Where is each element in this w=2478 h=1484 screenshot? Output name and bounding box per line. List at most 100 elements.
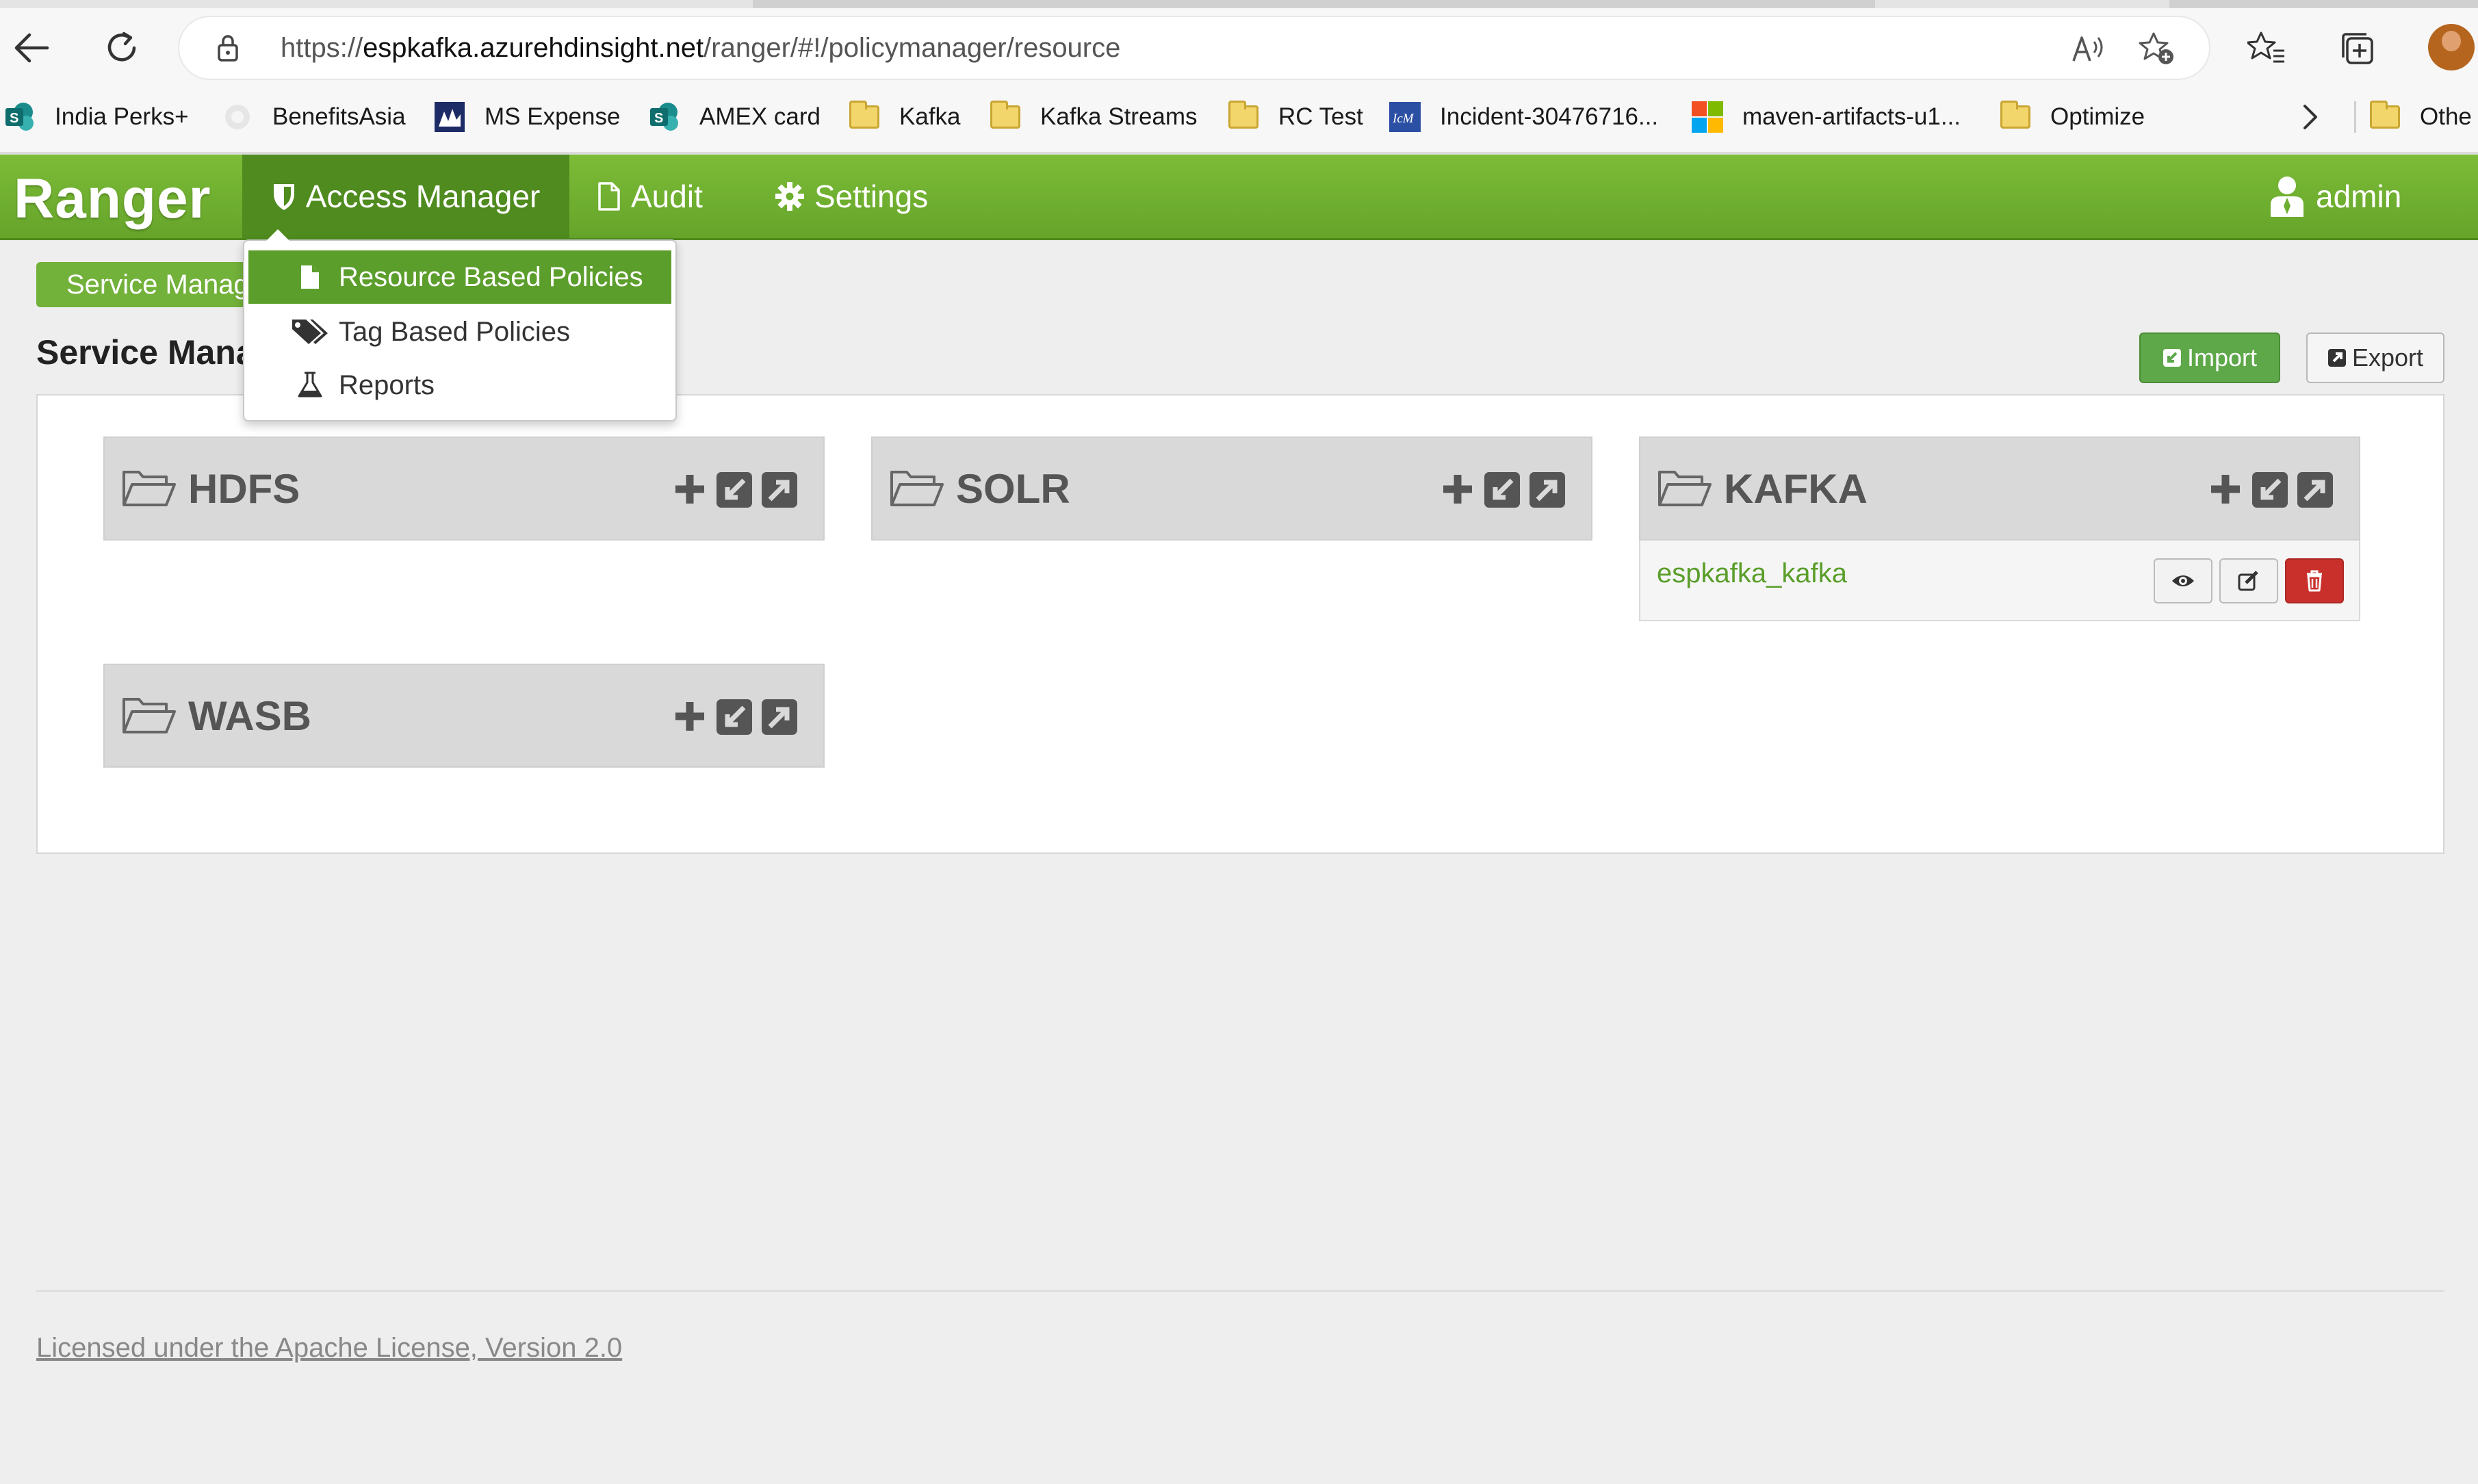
import-service-icon[interactable] bbox=[717, 699, 752, 735]
bookmark-incident[interactable]: IcM Incident-30476716... bbox=[1389, 96, 1658, 138]
delete-service-button[interactable] bbox=[2285, 558, 2344, 603]
add-service-icon[interactable] bbox=[1441, 472, 1475, 506]
bookmark-kafka-streams[interactable]: Kafka Streams bbox=[990, 96, 1198, 138]
export-service-icon[interactable] bbox=[762, 472, 797, 508]
access-manager-dropdown: Resource Based Policies Tag Based Polici… bbox=[243, 239, 677, 421]
import-button[interactable]: Import bbox=[2139, 333, 2280, 383]
shield-icon bbox=[273, 184, 294, 210]
profile-avatar[interactable] bbox=[2428, 24, 2475, 70]
browser-chrome: https://espkafka.azurehdinsight.net/rang… bbox=[0, 0, 2478, 155]
file-icon bbox=[598, 182, 620, 211]
sharepoint-icon: S bbox=[649, 101, 680, 133]
collections-button[interactable] bbox=[2329, 21, 2384, 75]
dropdown-caret bbox=[266, 229, 290, 242]
svg-text:S: S bbox=[10, 111, 18, 126]
bookmark-rc-test[interactable]: RC Test bbox=[1228, 96, 1363, 138]
bookmark-other-favorites[interactable]: Othe bbox=[2369, 96, 2472, 138]
nav-access-manager[interactable]: Access Manager bbox=[242, 155, 569, 238]
bookmark-maven-artifacts[interactable]: maven-artifacts-u1... bbox=[1692, 96, 1961, 138]
export-service-icon[interactable] bbox=[2297, 472, 2333, 508]
folder-icon bbox=[849, 101, 880, 133]
trash-icon bbox=[2307, 570, 2322, 592]
folder-open-icon bbox=[1658, 471, 1712, 506]
nav-audit[interactable]: Audit bbox=[597, 155, 703, 238]
nav-settings[interactable]: Settings bbox=[775, 155, 928, 238]
services-panel: HDFS SOLR KAFKA espkafka_kafka WASB bbox=[36, 394, 2444, 854]
menu-item-tag-based-policies[interactable]: Tag Based Policies bbox=[248, 305, 671, 359]
read-aloud-icon bbox=[2072, 36, 2103, 62]
tags-icon bbox=[292, 320, 328, 344]
read-aloud-button[interactable] bbox=[2069, 29, 2108, 68]
bookmarks-divider bbox=[2354, 101, 2356, 133]
menu-item-label: Reports bbox=[339, 369, 435, 400]
refresh-button[interactable] bbox=[94, 21, 149, 75]
bookmark-label: India Perks+ bbox=[55, 103, 189, 130]
bookmark-india-perks[interactable]: S India Perks+ bbox=[4, 96, 189, 138]
add-service-icon[interactable] bbox=[673, 699, 707, 733]
bookmark-optimize[interactable]: Optimize bbox=[2000, 96, 2145, 138]
lock-icon[interactable] bbox=[216, 34, 240, 66]
address-bar[interactable]: https://espkafka.azurehdinsight.net/rang… bbox=[179, 17, 2209, 79]
license-link[interactable]: Licensed under the Apache License, Versi… bbox=[36, 1333, 622, 1364]
export-label: Export bbox=[2351, 343, 2424, 372]
export-service-icon[interactable] bbox=[1530, 472, 1565, 508]
bookmark-ms-expense[interactable]: MS Expense bbox=[434, 96, 620, 138]
add-service-icon[interactable] bbox=[673, 472, 707, 506]
folder-icon bbox=[990, 101, 1021, 133]
bookmark-label: RC Test bbox=[1278, 103, 1363, 130]
bookmark-label: MS Expense bbox=[485, 103, 621, 130]
add-service-icon[interactable] bbox=[2208, 472, 2243, 506]
nav-label: Audit bbox=[631, 179, 703, 214]
menu-item-resource-based-policies[interactable]: Resource Based Policies bbox=[248, 250, 671, 304]
tab-strip bbox=[0, 0, 2478, 8]
favorites-list-icon bbox=[2247, 31, 2284, 63]
menu-item-reports[interactable]: Reports bbox=[248, 359, 671, 412]
collections-icon bbox=[2342, 33, 2373, 64]
url-prefix: https:// bbox=[281, 33, 363, 63]
import-service-icon[interactable] bbox=[1484, 472, 1520, 508]
bookmarks-overflow-button[interactable] bbox=[2299, 96, 2320, 138]
view-service-button[interactable] bbox=[2154, 558, 2212, 603]
service-hdfs: HDFS bbox=[103, 437, 825, 541]
service-name: WASB bbox=[188, 692, 311, 739]
import-service-icon[interactable] bbox=[717, 472, 752, 508]
bookmark-benefitsasia[interactable]: BenefitsAsia bbox=[222, 96, 406, 138]
folder-open-icon bbox=[122, 698, 176, 733]
export-button[interactable]: Export bbox=[2306, 333, 2444, 383]
svg-text:IcM: IcM bbox=[1392, 112, 1415, 126]
footer-divider bbox=[36, 1290, 2444, 1292]
bookmarks-bar: S India Perks+ BenefitsAsia MS Expense S… bbox=[0, 96, 2478, 138]
service-instance-link[interactable]: espkafka_kafka bbox=[1657, 558, 1847, 589]
add-favorite-button[interactable] bbox=[2138, 29, 2176, 68]
bookmark-amex-card[interactable]: S AMEX card bbox=[649, 96, 821, 138]
import-label: Import bbox=[2186, 343, 2258, 372]
service-solr: SOLR bbox=[871, 437, 1592, 541]
ranger-brand[interactable]: Ranger bbox=[14, 167, 211, 231]
star-add-icon bbox=[2139, 32, 2173, 64]
service-header: KAFKA bbox=[1639, 437, 2360, 541]
bookmark-label: Kafka bbox=[899, 103, 961, 130]
menu-item-label: Resource Based Policies bbox=[339, 261, 643, 292]
menu-item-label: Tag Based Policies bbox=[339, 316, 570, 347]
export-service-icon[interactable] bbox=[762, 699, 797, 735]
import-service-icon[interactable] bbox=[2252, 472, 2288, 508]
folder-icon bbox=[2000, 101, 2031, 133]
back-button[interactable] bbox=[4, 21, 59, 75]
user-menu[interactable]: admin bbox=[2268, 155, 2401, 238]
sharepoint-icon: S bbox=[4, 101, 36, 133]
edit-service-button[interactable] bbox=[2219, 558, 2278, 603]
url-text[interactable]: https://espkafka.azurehdinsight.net/rang… bbox=[281, 32, 1120, 64]
bookmark-kafka[interactable]: Kafka bbox=[849, 96, 961, 138]
service-header: WASB bbox=[103, 664, 825, 768]
icm-icon: IcM bbox=[1389, 101, 1421, 133]
bookmark-label: Optimize bbox=[2050, 103, 2145, 130]
microsoft-logo-icon bbox=[1692, 101, 1723, 133]
eye-icon bbox=[2172, 575, 2194, 586]
import-icon bbox=[2163, 349, 2181, 367]
favorites-button[interactable] bbox=[2239, 21, 2294, 75]
nav-label: Access Manager bbox=[305, 179, 541, 214]
svg-text:S: S bbox=[654, 111, 663, 126]
service-name: SOLR bbox=[956, 465, 1070, 512]
service-instance-row: espkafka_kafka bbox=[1639, 541, 2360, 621]
service-name: KAFKA bbox=[1724, 465, 1868, 512]
